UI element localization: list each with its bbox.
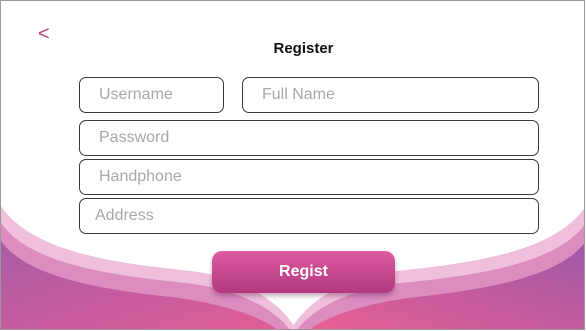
username-input[interactable]	[79, 77, 224, 113]
handphone-input[interactable]	[79, 159, 539, 195]
page-title: Register	[273, 40, 334, 57]
full-name-input[interactable]	[242, 77, 539, 113]
regist-button[interactable]: Regist	[212, 251, 395, 293]
password-input[interactable]	[79, 120, 539, 156]
address-input[interactable]	[79, 198, 539, 234]
register-screen: < Register Regist	[0, 0, 585, 330]
